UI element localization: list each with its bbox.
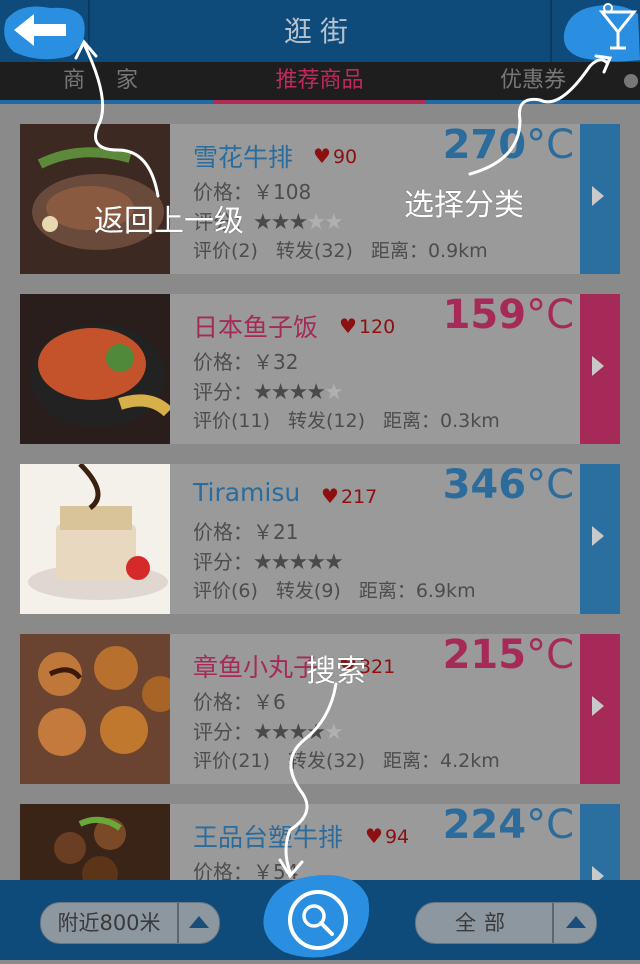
tutorial-arrows [74,39,613,879]
annotation-search: 搜索 [306,654,366,689]
annotation-back: 返回上一级 [94,204,244,239]
annotation-category: 选择分类 [404,188,524,223]
